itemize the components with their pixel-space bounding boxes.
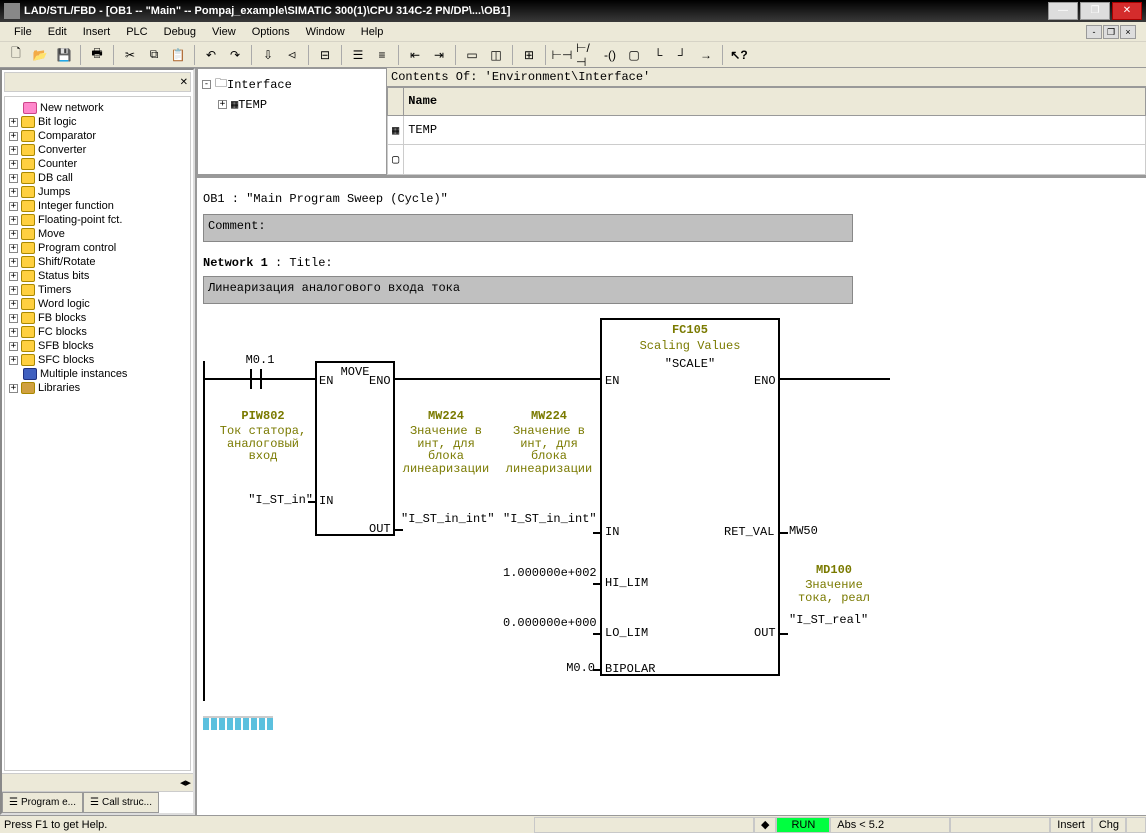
scale-block[interactable] xyxy=(600,318,780,676)
mdi-restore-button[interactable]: ❐ xyxy=(1103,25,1119,39)
title-bar: LAD/STL/FBD - [OB1 -- "Main" -- Pompaj_e… xyxy=(0,0,1146,22)
tool-icon[interactable]: ≡ xyxy=(371,44,393,66)
status-bar: Press F1 to get Help. ◆ RUN Abs < 5.2 In… xyxy=(0,815,1146,833)
tool-icon[interactable]: ⊟ xyxy=(314,44,336,66)
new-icon[interactable]: 🗋 xyxy=(5,44,27,66)
close-button[interactable]: ✕ xyxy=(1112,2,1142,20)
box-icon[interactable]: ▢ xyxy=(623,44,645,66)
panel-close-icon[interactable]: ✕ xyxy=(180,77,188,88)
app-icon xyxy=(4,3,20,19)
redo-icon[interactable]: ↷ xyxy=(224,44,246,66)
tab-call-structure[interactable]: ☰Call struc... xyxy=(83,792,159,813)
cut-icon[interactable]: ✂ xyxy=(119,44,141,66)
tree-bit-logic[interactable]: +Bit logic xyxy=(9,115,186,129)
ob-title: "Main Program Sweep (Cycle)" xyxy=(246,192,448,206)
tree-comparator[interactable]: +Comparator xyxy=(9,129,186,143)
status-chg: Chg xyxy=(1092,817,1126,833)
tree-float[interactable]: +Floating-point fct. xyxy=(9,213,186,227)
view-icon[interactable]: ▭ xyxy=(461,44,483,66)
menu-help[interactable]: Help xyxy=(353,24,392,40)
tree-status[interactable]: +Status bits xyxy=(9,269,186,283)
window-title: LAD/STL/FBD - [OB1 -- "Main" -- Pompaj_e… xyxy=(24,5,1046,17)
minimize-button[interactable]: ― xyxy=(1048,2,1078,20)
status-online-icon: ◆ xyxy=(754,817,776,833)
tree-sfb[interactable]: +SFB blocks xyxy=(9,339,186,353)
tree-fc[interactable]: +FC blocks xyxy=(9,325,186,339)
network-comment-box[interactable]: Линеаризация аналогового входа тока xyxy=(203,276,853,304)
tree-fb[interactable]: +FB blocks xyxy=(9,311,186,325)
tree-dbcall[interactable]: +DB call xyxy=(9,171,186,185)
contact-label: M0.1 xyxy=(235,354,285,367)
tool-icon[interactable]: ☰ xyxy=(347,44,369,66)
status-run: RUN xyxy=(776,817,830,833)
undo-icon[interactable]: ↶ xyxy=(200,44,222,66)
menu-edit[interactable]: Edit xyxy=(40,24,75,40)
menu-plc[interactable]: PLC xyxy=(118,24,155,40)
menu-bar: File Edit Insert PLC Debug View Options … xyxy=(0,22,1146,42)
tree-program-ctrl[interactable]: +Program control xyxy=(9,241,186,255)
status-help: Press F1 to get Help. xyxy=(0,817,534,833)
tree-move[interactable]: +Move xyxy=(9,227,186,241)
scroll-right-icon[interactable]: ▸ xyxy=(185,776,191,789)
interface-contents-title: Contents Of: 'Environment\Interface' xyxy=(387,68,1146,87)
catalog-panel: ✕ New network +Bit logic +Comparator +Co… xyxy=(0,68,195,815)
branch-close-icon[interactable]: ┘ xyxy=(671,44,693,66)
editor-tabstrip[interactable] xyxy=(203,716,273,730)
monitor-icon[interactable]: ⏿ xyxy=(281,44,303,66)
menu-window[interactable]: Window xyxy=(298,24,353,40)
print-icon[interactable]: 🖶 xyxy=(86,44,108,66)
tree-converter[interactable]: +Converter xyxy=(9,143,186,157)
tree-sfc[interactable]: +SFC blocks xyxy=(9,353,186,367)
menu-view[interactable]: View xyxy=(204,24,244,40)
branch-open-icon[interactable]: └ xyxy=(647,44,669,66)
status-abs: Abs < 5.2 xyxy=(830,817,950,833)
tree-shift[interactable]: +Shift/Rotate xyxy=(9,255,186,269)
open-icon[interactable]: 📂 xyxy=(29,44,51,66)
tree-multi[interactable]: Multiple instances xyxy=(9,367,186,381)
help-cursor-icon[interactable]: ↖? xyxy=(728,44,750,66)
menu-file[interactable]: File xyxy=(6,24,40,40)
view-icon[interactable]: ◫ xyxy=(485,44,507,66)
ladder-editor[interactable]: OB1 : "Main Program Sweep (Cycle)" Comme… xyxy=(197,178,1146,815)
download-icon[interactable]: ⇩ xyxy=(257,44,279,66)
tree-new-network[interactable]: New network xyxy=(9,101,186,115)
tree-integer[interactable]: +Integer function xyxy=(9,199,186,213)
nav-first-icon[interactable]: ⇤ xyxy=(404,44,426,66)
tab-program-elements[interactable]: ☰Program e... xyxy=(2,792,83,813)
ladder-network[interactable]: M0.1 MOVE EN ENO IN OUT FC105 Scaling Va… xyxy=(203,318,1103,708)
mdi-minimize-button[interactable]: - xyxy=(1086,25,1102,39)
tree-lib[interactable]: +Libraries xyxy=(9,381,186,395)
contact-no-icon[interactable]: ⊢⊣ xyxy=(551,44,573,66)
contact-no[interactable] xyxy=(246,369,266,389)
network-label: Network 1 xyxy=(203,256,268,270)
ob-comment-box[interactable]: Comment: xyxy=(203,214,853,242)
tree-word[interactable]: +Word logic xyxy=(9,297,186,311)
mdi-close-button[interactable]: × xyxy=(1120,25,1136,39)
conn-icon[interactable]: → xyxy=(695,44,717,66)
contact-nc-icon[interactable]: ⊢/⊣ xyxy=(575,44,597,66)
toolbar: 🗋 📂 💾 🖶 ✂ ⧉ 📋 ↶ ↷ ⇩ ⏿ ⊟ ☰ ≡ ⇤ ⇥ ▭ ◫ ⊞ ⊢⊣… xyxy=(0,42,1146,68)
paste-icon[interactable]: 📋 xyxy=(167,44,189,66)
network-title-label: Title: xyxy=(289,256,332,270)
nav-last-icon[interactable]: ⇥ xyxy=(428,44,450,66)
coil-icon[interactable]: -() xyxy=(599,44,621,66)
menu-debug[interactable]: Debug xyxy=(156,24,204,40)
copy-icon[interactable]: ⧉ xyxy=(143,44,165,66)
interface-table[interactable]: Name ▦TEMP ▢ xyxy=(387,87,1146,175)
col-name: Name xyxy=(404,88,1146,116)
catalog-tree[interactable]: New network +Bit logic +Comparator +Conv… xyxy=(4,96,191,771)
menu-insert[interactable]: Insert xyxy=(75,24,119,40)
network-icon[interactable]: ⊞ xyxy=(518,44,540,66)
status-insert: Insert xyxy=(1050,817,1092,833)
ob-label: OB1 : xyxy=(203,192,246,206)
menu-options[interactable]: Options xyxy=(244,24,298,40)
tree-counter[interactable]: +Counter xyxy=(9,157,186,171)
tree-jumps[interactable]: +Jumps xyxy=(9,185,186,199)
save-icon[interactable]: 💾 xyxy=(53,44,75,66)
interface-panel: -🗀 Interface +▦ TEMP Contents Of: 'Envir… xyxy=(197,68,1146,178)
interface-tree[interactable]: -🗀 Interface +▦ TEMP xyxy=(197,68,387,175)
tree-timers[interactable]: +Timers xyxy=(9,283,186,297)
maximize-button[interactable]: ❐ xyxy=(1080,2,1110,20)
